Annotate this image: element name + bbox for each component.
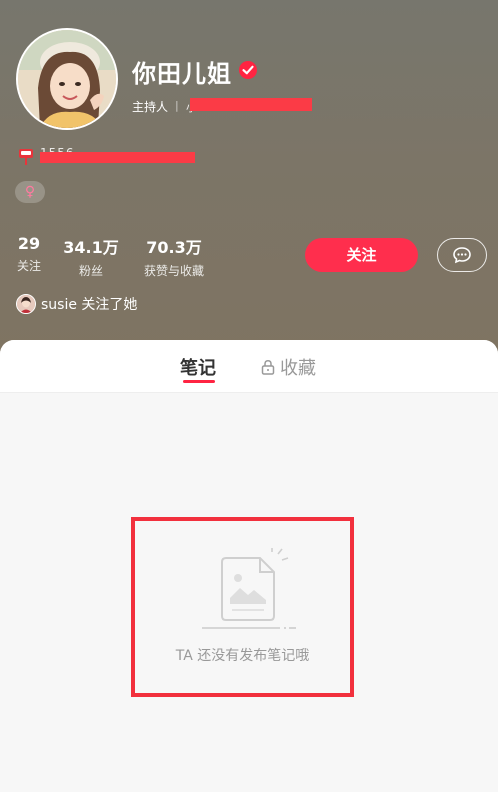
mutual-follow-text: susie 关注了她: [41, 297, 138, 313]
female-icon: ♀: [24, 184, 36, 200]
gender-badge: ♀: [15, 181, 45, 203]
mutual-follow[interactable]: susie 关注了她: [16, 294, 137, 314]
avatar[interactable]: [16, 28, 118, 130]
stat-following[interactable]: 29 关注: [12, 234, 46, 274]
chat-bubble-icon: [453, 247, 471, 264]
mutual-avatar: [16, 294, 36, 314]
stat-value: 70.3万: [146, 238, 202, 257]
tab-notes[interactable]: 笔记: [180, 354, 216, 380]
stat-label: 获赞与收藏: [143, 264, 204, 278]
redaction-bar: [190, 98, 312, 111]
mailbox-icon: [18, 147, 34, 165]
stat-label: 关注: [16, 259, 41, 273]
notes-panel: 笔记 收藏 TA 还没有发布笔记哦: [0, 340, 498, 792]
empty-state-message: TA 还没有发布笔记哦: [175, 648, 310, 664]
tab-collections-label: 收藏: [280, 358, 316, 379]
empty-note-icon: [202, 548, 296, 629]
message-button[interactable]: [437, 238, 487, 272]
role-tag: 主持人: [132, 100, 169, 114]
profile-header: 你田儿姐 主持人 | 小 1556 ♀ 29 关注 34.1万 粉丝 70.3万…: [0, 0, 498, 360]
stat-value: 34.1万: [63, 238, 119, 257]
stat-likes-collects[interactable]: 70.3万 获赞与收藏: [136, 234, 212, 279]
stat-label: 粉丝: [78, 264, 103, 278]
verified-icon: [239, 61, 257, 79]
follow-button[interactable]: 关注: [305, 238, 418, 272]
lock-icon: [261, 360, 275, 375]
tab-bar: 笔记 收藏: [0, 340, 498, 393]
redaction-bar: [40, 152, 195, 163]
tab-active-indicator: [183, 380, 215, 383]
nickname: 你田儿姐: [132, 60, 232, 88]
stat-fans[interactable]: 34.1万 粉丝: [60, 234, 122, 279]
tab-collections[interactable]: 收藏: [261, 354, 316, 380]
empty-state: TA 还没有发布笔记哦: [131, 517, 354, 697]
role-separator: |: [175, 99, 179, 112]
stat-value: 29: [17, 234, 41, 253]
